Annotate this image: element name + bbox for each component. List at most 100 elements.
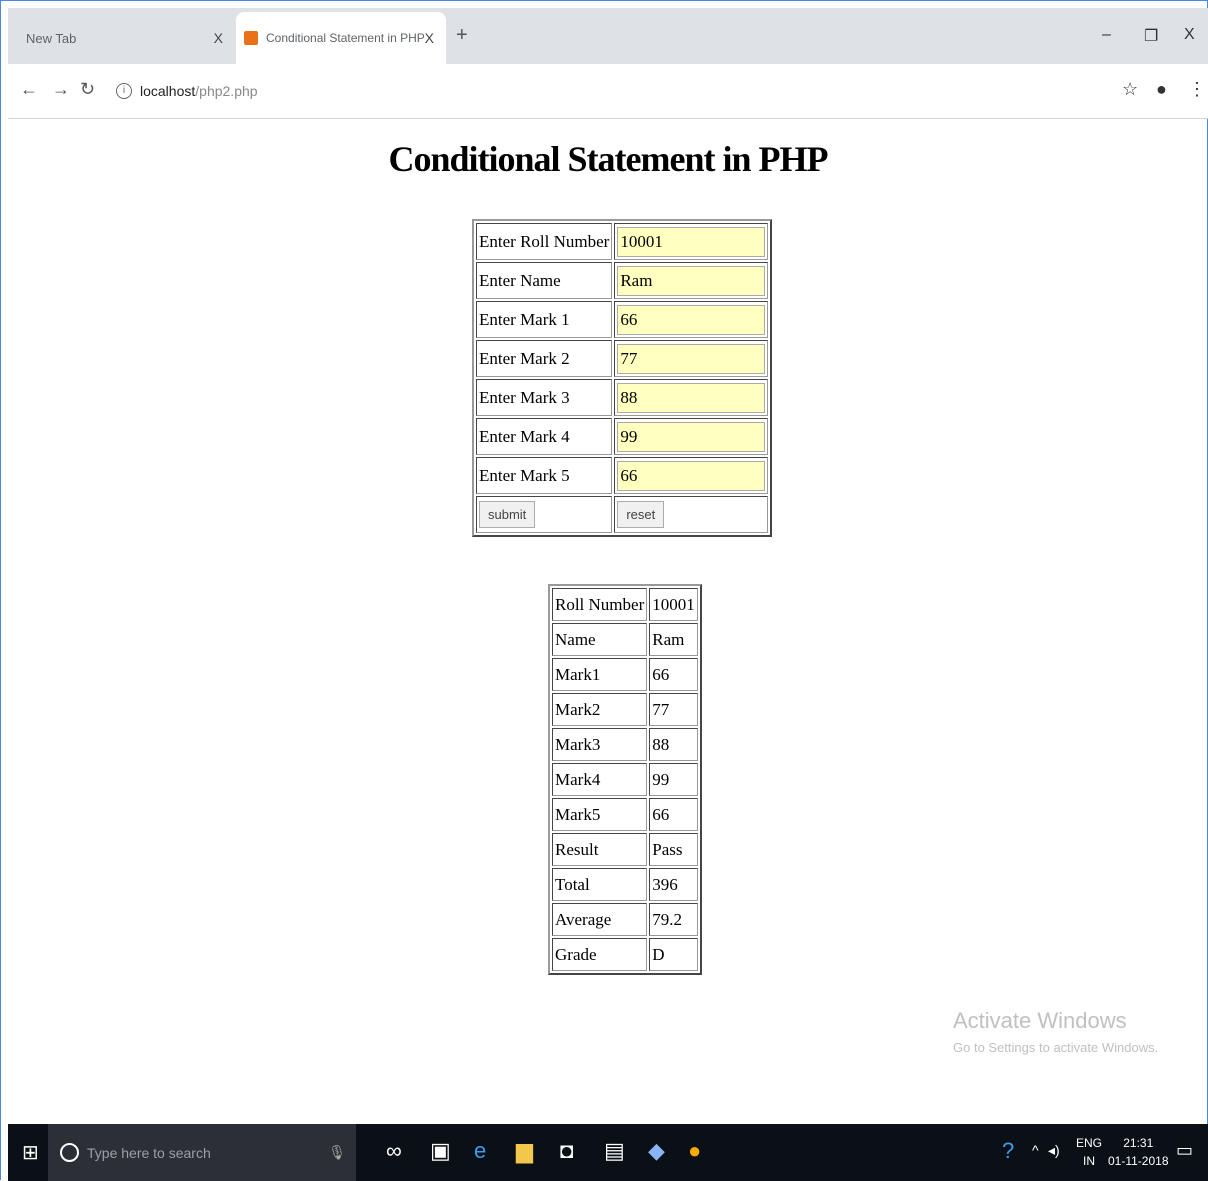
volume-icon[interactable]: ◂) <box>1048 1142 1060 1159</box>
clock[interactable]: 21:31 01-11-2018 <box>1108 1134 1169 1170</box>
result-value: 79.2 <box>649 903 698 936</box>
form-input[interactable] <box>617 265 766 296</box>
result-value: 99 <box>649 763 698 796</box>
browser-toolbar: ← → ↻ i localhost/php2.php ☆ ● ⋮ <box>8 64 1208 119</box>
minimize-button[interactable]: – <box>1102 26 1111 44</box>
url-path: /php2.php <box>195 83 258 99</box>
reload-icon[interactable]: ↻ <box>80 79 95 100</box>
page-content: Conditional Statement in PHP Enter Roll … <box>8 118 1208 1124</box>
table-row: Name Ram <box>552 623 698 656</box>
tab-title: Conditional Statement in PHP <box>266 31 425 45</box>
favicon-icon <box>244 31 258 45</box>
cortana-icon <box>60 1143 79 1162</box>
result-table: Roll Number 10001 Name Ram Mark1 66 Mark2 77 Mar… <box>548 584 702 975</box>
help-icon[interactable]: ? <box>1002 1138 1014 1164</box>
page-title: Conditional Statement in PHP <box>388 139 828 179</box>
chrome-icon[interactable]: ● <box>688 1138 701 1164</box>
tab-new-tab[interactable]: New Tab X <box>20 12 235 64</box>
student-form: Enter Roll NumberEnter NameEnter Mark 1 E… <box>472 219 773 537</box>
back-icon[interactable]: ← <box>20 79 38 100</box>
tab-strip: New Tab X Conditional Statement in PHP X… <box>8 8 1208 64</box>
result-value: 66 <box>649 798 698 831</box>
form-label: Enter Mark 5 <box>476 457 613 494</box>
result-value: 88 <box>649 728 698 761</box>
form-row: Enter Mark 1 <box>476 301 769 338</box>
result-value: 66 <box>649 658 698 691</box>
form-row: Enter Roll Number <box>476 223 769 260</box>
lang-region: IN <box>1083 1154 1095 1168</box>
result-label: Name <box>552 623 648 656</box>
form-label: Enter Name <box>476 262 613 299</box>
taskbar: ⊞ Type here to search 🎙 ∞ ▣ e ▆ ◘ ▤ ◆ ● … <box>8 1124 1208 1181</box>
form-row: Enter Mark 4 <box>476 418 769 455</box>
new-tab-button[interactable]: + <box>456 24 468 47</box>
form-label: Enter Mark 3 <box>476 379 613 416</box>
table-row: Mark5 66 <box>552 798 698 831</box>
file-explorer-icon[interactable]: ▆ <box>516 1138 533 1164</box>
lang-code: ENG <box>1076 1136 1103 1150</box>
form-input[interactable] <box>617 304 766 335</box>
table-row: Mark2 77 <box>552 693 698 726</box>
result-value: Pass <box>649 833 698 866</box>
form-input[interactable] <box>617 343 766 374</box>
windows-start-icon[interactable]: ⊞ <box>22 1140 39 1165</box>
reset-cell: reset <box>614 496 769 533</box>
forward-icon[interactable]: → <box>52 79 70 100</box>
result-value: 10001 <box>649 588 698 621</box>
tab-conditional-statement[interactable]: Conditional Statement in PHP X <box>236 12 446 64</box>
close-window-button[interactable]: X <box>1184 26 1195 44</box>
result-label: Mark3 <box>552 728 648 761</box>
notes-icon[interactable]: ▤ <box>604 1138 625 1164</box>
language-indicator[interactable]: ENG IN <box>1076 1134 1102 1170</box>
profile-icon[interactable]: ● <box>1156 79 1167 100</box>
reset-button[interactable]: reset <box>617 501 665 528</box>
form-input-cell <box>614 457 769 494</box>
result-value: Ram <box>649 623 698 656</box>
form-input[interactable] <box>617 421 766 452</box>
result-label: Mark4 <box>552 763 648 796</box>
form-input[interactable] <box>617 226 766 257</box>
clock-time: 21:31 <box>1123 1136 1154 1150</box>
address-bar[interactable]: i localhost/php2.php <box>108 74 1118 108</box>
camera-icon[interactable]: ◘ <box>560 1138 573 1164</box>
table-row: Average 79.2 <box>552 903 698 936</box>
restore-button[interactable]: ❐ <box>1144 26 1158 46</box>
watermark-title: Activate Windows <box>953 1008 1127 1033</box>
result-value: 396 <box>649 868 698 901</box>
form-row: Enter Name <box>476 262 769 299</box>
result-value: D <box>649 938 698 971</box>
microphone-icon[interactable]: 🎙 <box>328 1144 346 1161</box>
table-row: Total 396 <box>552 868 698 901</box>
form-input-cell <box>614 262 769 299</box>
close-icon[interactable]: X <box>214 30 223 46</box>
form-row: Enter Mark 5 <box>476 457 769 494</box>
result-label: Total <box>552 868 648 901</box>
result-label: Mark2 <box>552 693 648 726</box>
menu-icon[interactable]: ⋮ <box>1188 79 1206 100</box>
result-label: Grade <box>552 938 648 971</box>
activate-windows-watermark: Activate Windows Go to Settings to activ… <box>953 1008 1158 1055</box>
close-icon[interactable]: X <box>425 30 434 46</box>
form-label: Enter Mark 4 <box>476 418 613 455</box>
form-input[interactable] <box>617 382 766 413</box>
form-row: Enter Mark 3 <box>476 379 769 416</box>
submit-button[interactable]: submit <box>479 501 536 528</box>
table-row: Result Pass <box>552 833 698 866</box>
notification-icon[interactable]: ▭ <box>1176 1140 1193 1161</box>
search-placeholder: Type here to search <box>87 1144 211 1161</box>
table-row: Grade D <box>552 938 698 971</box>
table-row: Mark4 99 <box>552 763 698 796</box>
edge-icon[interactable]: e <box>474 1138 486 1164</box>
star-icon[interactable]: ☆ <box>1122 79 1138 100</box>
taskbar-search[interactable]: Type here to search 🎙 <box>48 1124 356 1181</box>
app-icon[interactable]: ◆ <box>648 1138 665 1164</box>
tab-title: New Tab <box>26 30 77 46</box>
form-input[interactable] <box>617 460 766 491</box>
info-icon[interactable]: i <box>116 83 132 99</box>
chevron-up-icon[interactable]: ^ <box>1032 1142 1039 1158</box>
task-view-icon[interactable]: ∞ <box>386 1138 402 1164</box>
table-row: Mark1 66 <box>552 658 698 691</box>
form-label: Enter Mark 1 <box>476 301 613 338</box>
store-icon[interactable]: ▣ <box>430 1138 451 1164</box>
result-label: Average <box>552 903 648 936</box>
